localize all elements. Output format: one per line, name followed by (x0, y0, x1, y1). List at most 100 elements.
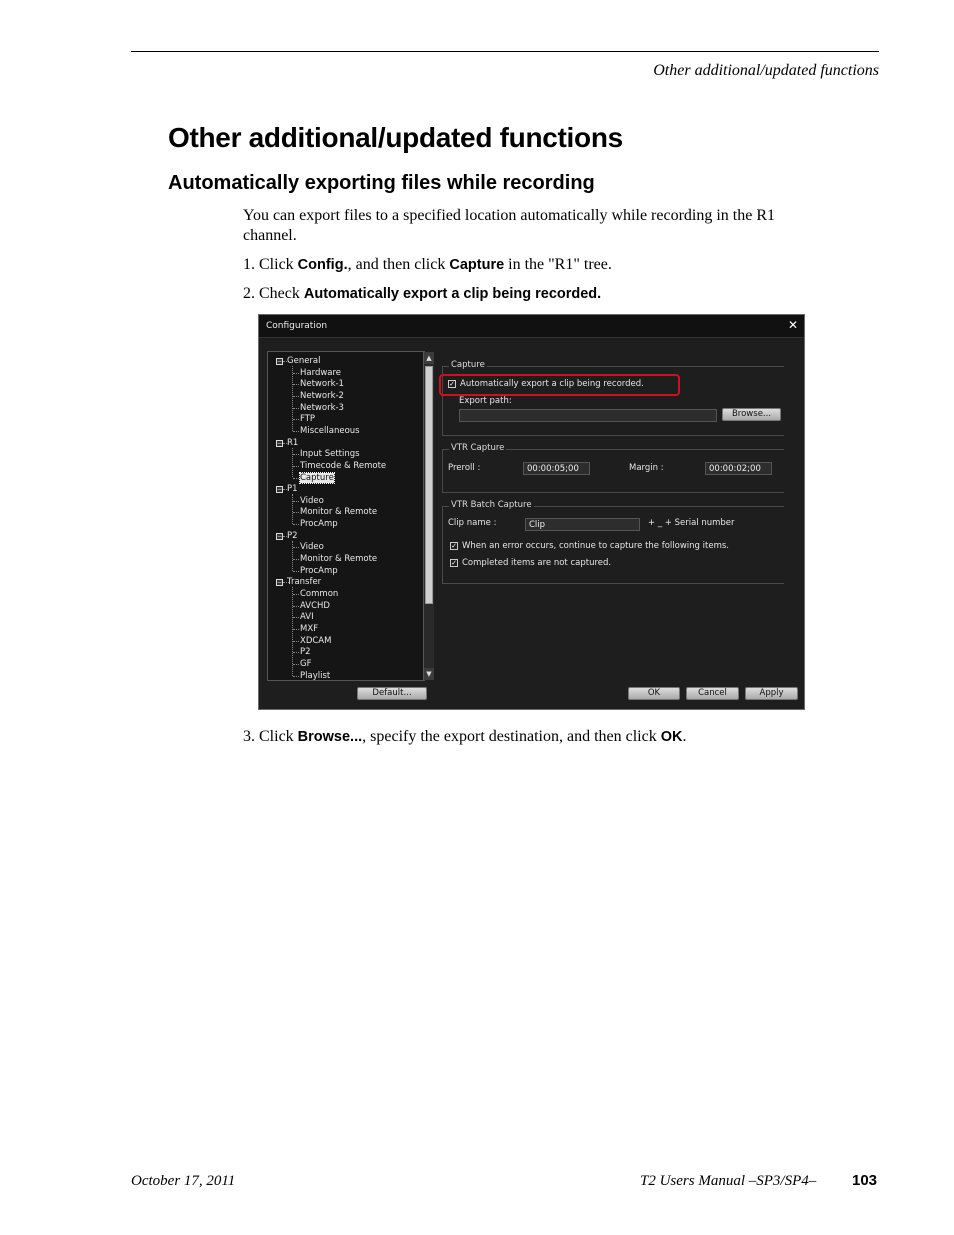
tree-item-input-settings[interactable]: Input Settings (300, 449, 360, 459)
tree-item-network-2[interactable]: Network-2 (300, 391, 344, 401)
apply-button[interactable]: Apply (745, 687, 798, 700)
tree-item-avi[interactable]: AVI (300, 612, 314, 622)
step-1-config: Config. (297, 257, 348, 273)
tree-item-mxf[interactable]: MXF (300, 624, 318, 634)
tree-item-network-3[interactable]: Network-3 (300, 403, 344, 413)
footer-manual-title: T2 Users Manual –SP3/SP4– (640, 1173, 817, 1189)
tree-item-capture[interactable]: Capture (299, 471, 335, 484)
step-3-browse: Browse... (297, 729, 363, 745)
tree-connector (293, 372, 299, 374)
vtr-capture-group-label: VTR Capture (449, 443, 507, 453)
tree-item-transfer[interactable]: Transfer (287, 577, 321, 587)
tree-guide-line (292, 366, 293, 431)
tree-item-miscellaneous[interactable]: Miscellaneous (300, 426, 360, 436)
tree-connector (293, 617, 299, 619)
completed-items-checkbox[interactable]: ✓ (450, 559, 458, 567)
tree-item-timecode-remote[interactable]: Timecode & Remote (300, 461, 386, 471)
tree-connector (293, 675, 299, 677)
completed-items-label: Completed items are not captured. (462, 558, 612, 568)
footer-date: October 17, 2011 (131, 1173, 236, 1189)
step-1-capture: Capture (449, 257, 505, 273)
dialog-title: Configuration (266, 321, 328, 331)
tree-item-network-1[interactable]: Network-1 (300, 379, 344, 389)
tree-item-p1[interactable]: P1 (287, 484, 298, 494)
capture-group-label: Capture (449, 360, 487, 370)
tree-connector (293, 524, 299, 526)
settings-tree: − General Hardware Network-1 Network-2 Networ… (267, 351, 434, 681)
vtr-batch-group-label: VTR Batch Capture (449, 500, 534, 510)
tree-collapse-icon[interactable]: − (276, 486, 283, 494)
tree-item-monitor-remote[interactable]: Monitor & Remote (300, 507, 377, 517)
tree-item-playlist[interactable]: Playlist (300, 671, 330, 681)
tree-item-r1[interactable]: R1 (287, 438, 298, 448)
default-button[interactable]: Default... (357, 687, 427, 700)
tree-item-procamp[interactable]: ProcAmp (300, 566, 338, 576)
tree-item-avchd[interactable]: AVCHD (300, 601, 330, 611)
ok-button[interactable]: OK (628, 687, 680, 700)
tree-connector (293, 663, 299, 665)
step-1-mid: , and then click (347, 256, 450, 273)
tree-item-common[interactable]: Common (300, 589, 338, 599)
tree-item-video[interactable]: Video (300, 542, 324, 552)
tree-collapse-icon[interactable]: − (276, 358, 283, 365)
preroll-label: Preroll : (448, 463, 481, 473)
tree-connector (293, 419, 299, 421)
tree-item-ftp[interactable]: FTP (300, 414, 315, 424)
tree-connector (293, 454, 299, 456)
page-number: 103 (852, 1172, 878, 1189)
tree-connector (293, 465, 299, 467)
export-path-field[interactable] (459, 409, 717, 422)
step-2: 2. Check Automatically export a clip bei… (243, 284, 833, 304)
tree-connector (293, 570, 299, 572)
section-heading: Automatically exporting files while reco… (168, 172, 595, 194)
tree-guide-line (292, 494, 293, 525)
continue-on-error-label: When an error occurs, continue to captur… (462, 541, 729, 551)
tree-collapse-icon[interactable]: − (276, 532, 283, 540)
tree-guide-line (292, 447, 293, 478)
tree-item-procamp[interactable]: ProcAmp (300, 519, 338, 529)
page-title: Other additional/updated functions (168, 122, 623, 153)
clip-name-field[interactable]: Clip (525, 518, 640, 531)
tree-connector (293, 384, 299, 386)
tree-scrollbar[interactable]: ▲ ▼ (423, 352, 434, 680)
tree-item-monitor-remote[interactable]: Monitor & Remote (300, 554, 377, 564)
tree-collapse-icon[interactable]: − (276, 579, 283, 587)
scroll-up-icon[interactable]: ▲ (424, 352, 434, 364)
step-3-ok: OK (660, 729, 683, 745)
continue-on-error-checkbox[interactable]: ✓ (450, 542, 458, 550)
cancel-button[interactable]: Cancel (686, 687, 739, 700)
margin-label: Margin : (629, 463, 664, 473)
step-1-prefix: 1. Click (243, 256, 298, 273)
tree-connector (293, 430, 299, 432)
tree-connector (293, 500, 299, 502)
close-icon[interactable]: ✕ (788, 318, 798, 332)
tree-connector (293, 547, 299, 549)
step-3-mid: , specify the export destination, and th… (362, 728, 661, 745)
step-2-option: Automatically export a clip being record… (303, 286, 602, 302)
tree-item-gf[interactable]: GF (300, 659, 311, 669)
configuration-dialog: Configuration ✕ − General Hardware Network-… (258, 314, 805, 710)
highlight-box (439, 374, 680, 396)
tree-item-xdcam[interactable]: XDCAM (300, 636, 331, 646)
tree-connector (293, 512, 299, 514)
scroll-thumb[interactable] (425, 366, 433, 604)
tree-collapse-icon[interactable]: − (276, 439, 283, 447)
export-path-label: Export path: (459, 396, 512, 406)
tree-guide-line (292, 587, 293, 676)
tree-connector (293, 559, 299, 561)
tree-item-hardware[interactable]: Hardware (300, 368, 341, 378)
tree-connector (293, 605, 299, 607)
step-3-prefix: 3. Click (243, 728, 298, 745)
tree-item-general[interactable]: General (287, 356, 321, 366)
tree-item-p2[interactable]: P2 (300, 647, 311, 657)
margin-field[interactable]: 00:00:02;00 (705, 462, 772, 475)
intro-paragraph: You can export files to a specified loca… (243, 206, 833, 246)
step-1: 1. Click Config., and then click Capture… (243, 255, 833, 275)
scroll-down-icon[interactable]: ▼ (424, 668, 434, 680)
preroll-field[interactable]: 00:00:05;00 (523, 462, 590, 475)
tree-connector (293, 652, 299, 654)
tree-item-video[interactable]: Video (300, 496, 324, 506)
browse-button[interactable]: Browse... (722, 408, 781, 421)
tree-item-p2[interactable]: P2 (287, 531, 298, 541)
dialog-titlebar: Configuration ✕ (259, 315, 804, 338)
